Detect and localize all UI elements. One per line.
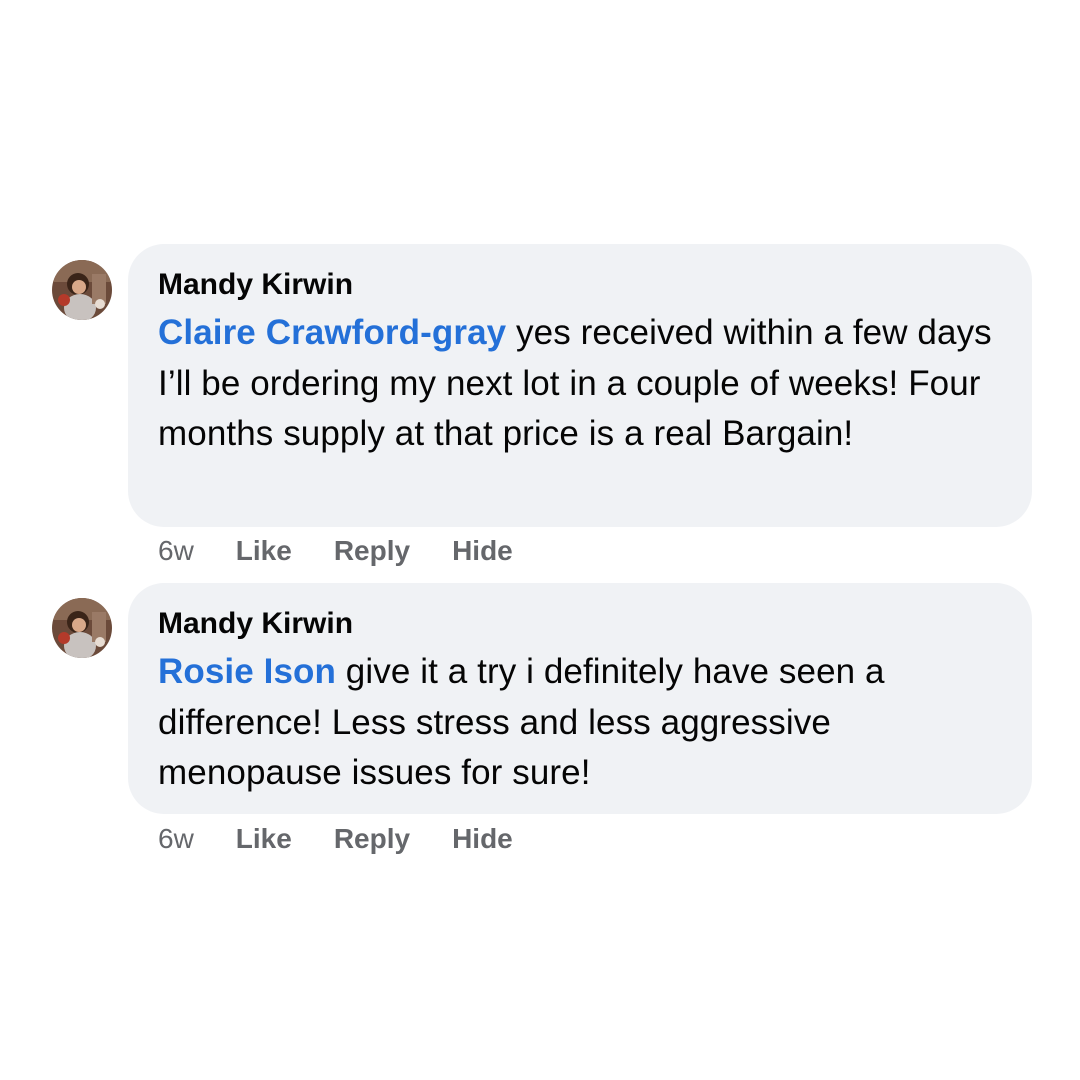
comment-actions: 6w Like Reply Hide xyxy=(158,822,555,856)
like-button[interactable]: Like xyxy=(236,822,292,856)
hide-button[interactable]: Hide xyxy=(452,534,513,568)
profile-photo-icon xyxy=(52,260,112,320)
profile-photo-icon xyxy=(52,598,112,658)
avatar[interactable] xyxy=(52,260,112,320)
comment-author[interactable]: Mandy Kirwin xyxy=(158,605,353,643)
hide-button[interactable]: Hide xyxy=(452,822,513,856)
comment-bubble: Mandy Kirwin Rosie Ison give it a try i … xyxy=(128,583,1032,814)
comment-timestamp[interactable]: 6w xyxy=(158,534,194,568)
like-button[interactable]: Like xyxy=(236,534,292,568)
comment-body: Claire Crawford-gray yes received within… xyxy=(158,308,1002,460)
comment-author[interactable]: Mandy Kirwin xyxy=(158,266,353,304)
comment-body: Rosie Ison give it a try i definitely ha… xyxy=(158,647,1002,799)
comment-bubble: Mandy Kirwin Claire Crawford-gray yes re… xyxy=(128,244,1032,527)
avatar[interactable] xyxy=(52,598,112,658)
comment-timestamp[interactable]: 6w xyxy=(158,822,194,856)
reply-button[interactable]: Reply xyxy=(334,534,410,568)
mention-link[interactable]: Rosie Ison xyxy=(158,652,336,691)
comment-actions: 6w Like Reply Hide xyxy=(158,534,555,568)
mention-link[interactable]: Claire Crawford-gray xyxy=(158,313,506,352)
reply-button[interactable]: Reply xyxy=(334,822,410,856)
